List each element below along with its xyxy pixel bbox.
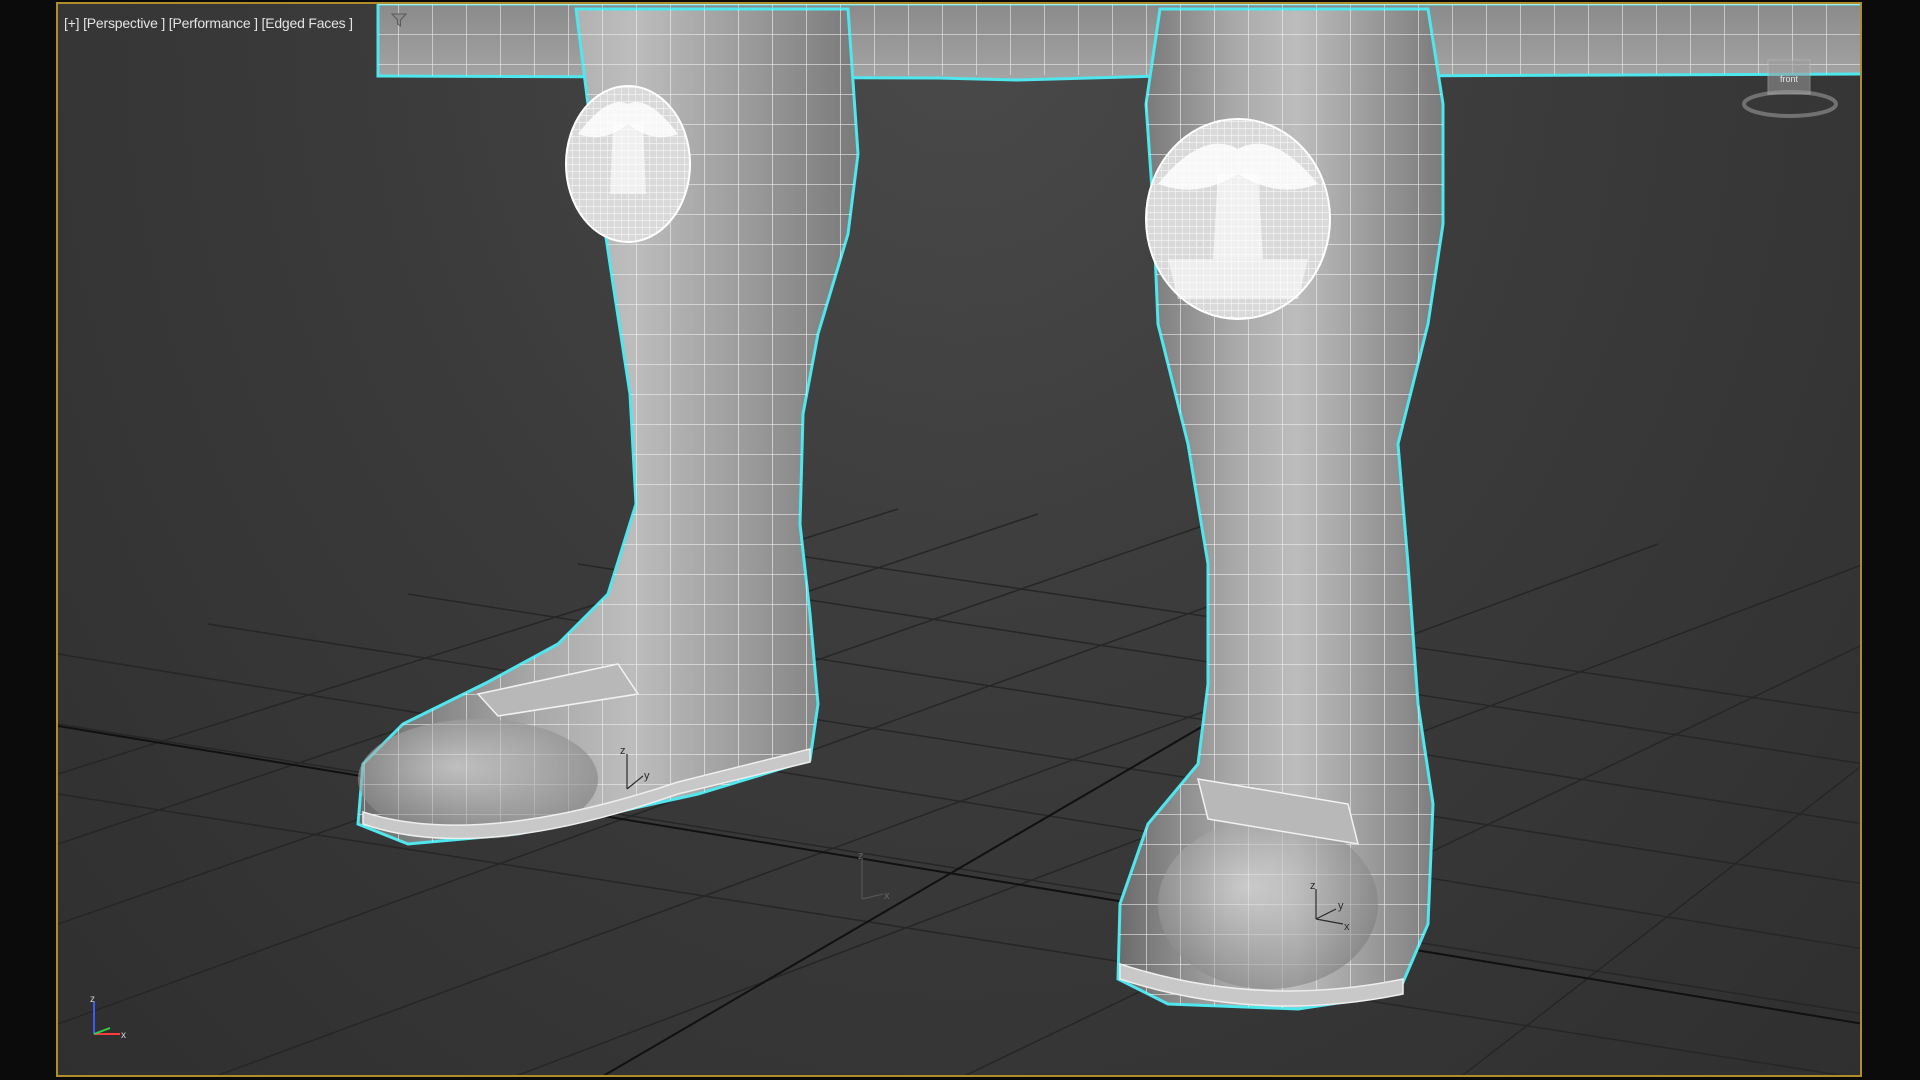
svg-text:z: z — [1310, 880, 1316, 892]
viewport-plus-menu[interactable]: [+] — [64, 15, 80, 31]
axis-tripod-icon: z x — [90, 994, 126, 1041]
right-eagle-emblem — [1145, 118, 1331, 320]
ground-axis-lines — [58, 693, 1860, 1075]
svg-text:y: y — [644, 770, 650, 782]
viewcube-face-label: front — [1780, 74, 1799, 84]
ground-grid — [58, 508, 1860, 1075]
app-frame: z y z x z y x [+] [Perspective ] [Perfor… — [0, 0, 1920, 1080]
world-origin-gizmo: z x — [858, 850, 890, 902]
perspective-viewport[interactable]: z y z x z y x [+] [Perspective ] [Perfor… — [56, 2, 1862, 1077]
scene-canvas[interactable]: z y z x z y x — [58, 4, 1862, 1077]
axis-z-label: z — [90, 994, 95, 1005]
svg-text:x: x — [884, 890, 890, 902]
viewcube-icon[interactable]: front — [1740, 54, 1850, 124]
svg-text:z: z — [620, 745, 626, 757]
left-eagle-emblem — [565, 85, 691, 243]
svg-text:y: y — [1338, 900, 1344, 912]
svg-text:z: z — [858, 850, 864, 862]
viewport-shading-menu[interactable]: [Performance ] — [169, 15, 258, 31]
axis-x-label: x — [121, 1030, 126, 1041]
funnel-icon[interactable] — [391, 12, 407, 28]
svg-text:x: x — [1344, 921, 1350, 933]
viewport-pov-menu[interactable]: [Perspective ] — [83, 15, 165, 31]
viewport-display-menu[interactable]: [Edged Faces ] — [262, 15, 354, 31]
viewport-label-menu: [+] [Perspective ] [Performance ] [Edged… — [64, 15, 353, 31]
